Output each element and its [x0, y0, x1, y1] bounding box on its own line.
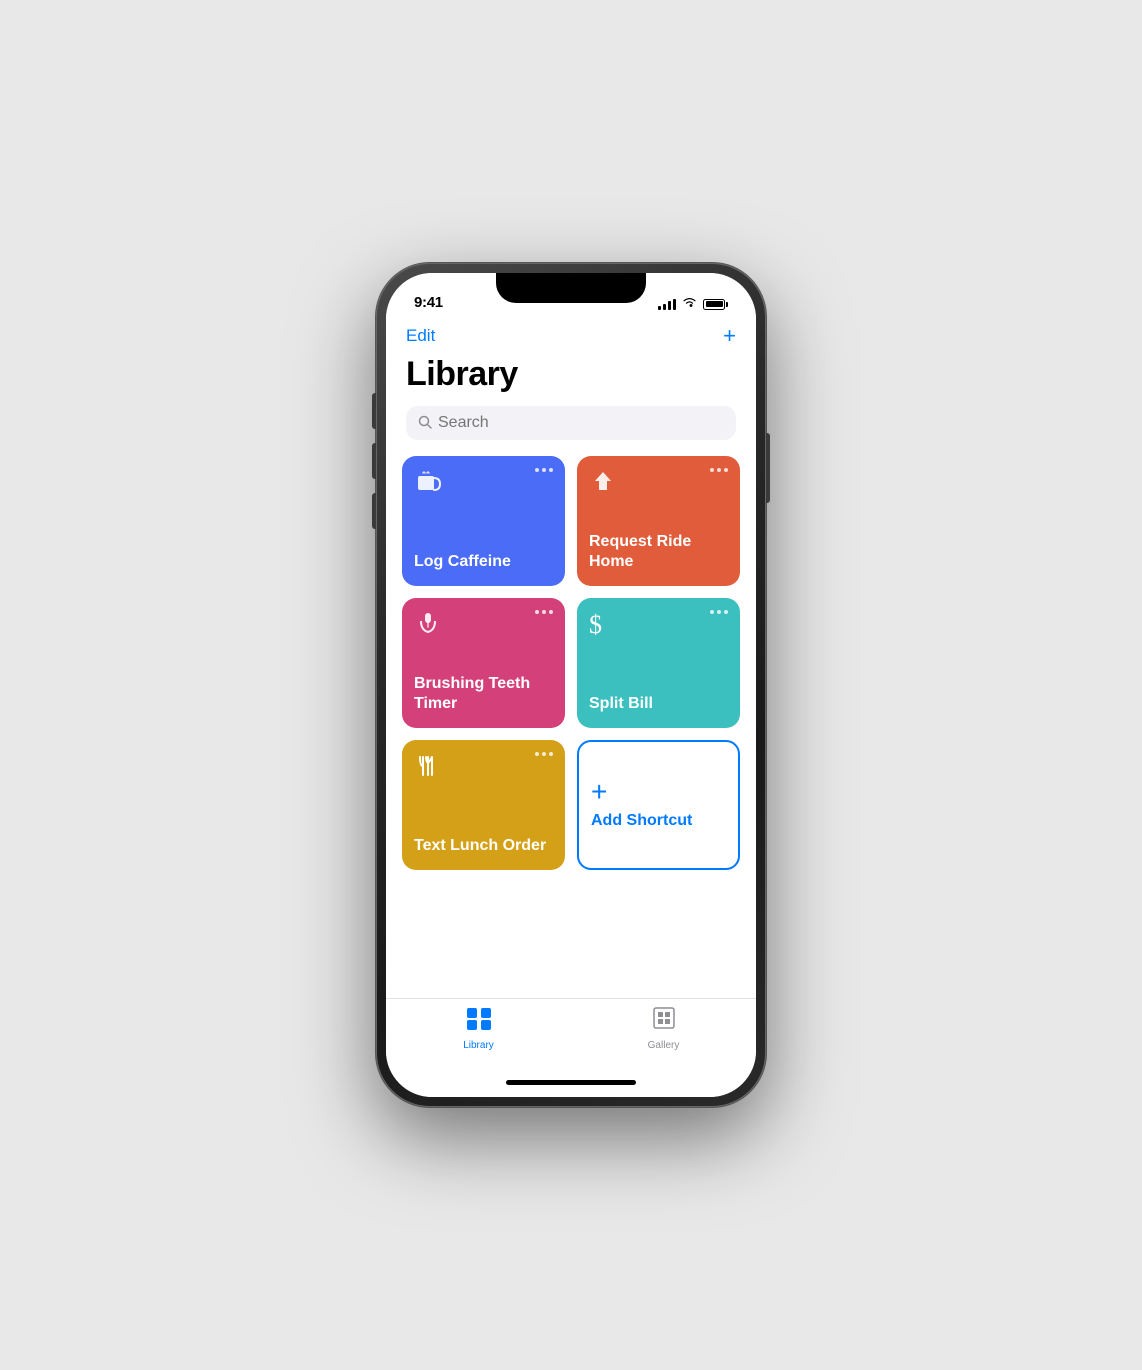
card-icon-text-lunch-order [414, 752, 442, 787]
phone-frame: 9:41 [376, 263, 766, 1107]
status-icons [658, 297, 728, 311]
tab-library[interactable]: Library [386, 1007, 571, 1051]
card-label-brushing-teeth-timer: Brushing Teeth Timer [414, 666, 553, 714]
tab-library-icon [466, 1007, 492, 1037]
card-icon-request-ride-home [589, 468, 617, 503]
phone-screen: 9:41 [386, 273, 756, 1097]
card-icon-log-caffeine [414, 468, 442, 503]
card-more-brushing-teeth-timer[interactable] [535, 610, 553, 614]
shortcut-card-log-caffeine[interactable]: Log Caffeine [402, 456, 565, 586]
edit-button[interactable]: Edit [406, 326, 435, 346]
shortcuts-grid: Log Caffeine Request Ride [386, 456, 756, 870]
notch [496, 273, 646, 303]
tab-library-label: Library [463, 1040, 494, 1051]
tab-gallery-icon [653, 1007, 675, 1037]
search-icon [418, 415, 432, 432]
card-label-split-bill: Split Bill [589, 686, 728, 714]
card-more-split-bill[interactable] [710, 610, 728, 614]
bottom-section: Library Galle [386, 998, 756, 1097]
card-icon-brushing-teeth-timer [414, 610, 442, 645]
card-label-log-caffeine: Log Caffeine [414, 544, 553, 572]
home-indicator [506, 1080, 636, 1085]
signal-icon [658, 299, 676, 310]
home-indicator-bar [386, 1080, 756, 1097]
card-label-request-ride-home: Request Ride Home [589, 524, 728, 572]
page-title: Library [386, 351, 756, 406]
shortcut-card-split-bill[interactable]: $ Split Bill [577, 598, 740, 728]
battery-icon [703, 299, 728, 310]
main-content: Edit + Library [386, 317, 756, 998]
shortcut-card-text-lunch-order[interactable]: Text Lunch Order [402, 740, 565, 870]
add-shortcut-card[interactable]: + Add Shortcut [577, 740, 740, 870]
add-shortcut-nav-button[interactable]: + [723, 325, 736, 347]
tab-gallery[interactable]: Gallery [571, 1007, 756, 1051]
shortcut-card-brushing-teeth-timer[interactable]: Brushing Teeth Timer [402, 598, 565, 728]
card-more-request-ride-home[interactable] [710, 468, 728, 472]
tab-gallery-label: Gallery [648, 1040, 680, 1051]
top-nav: Edit + [386, 317, 756, 351]
tab-bar: Library Galle [386, 998, 756, 1080]
card-label-text-lunch-order: Text Lunch Order [414, 828, 553, 856]
add-shortcut-plus-icon: + [591, 778, 607, 806]
search-input[interactable] [438, 414, 724, 432]
shortcut-card-request-ride-home[interactable]: Request Ride Home [577, 456, 740, 586]
status-time: 9:41 [414, 294, 443, 311]
add-shortcut-label: Add Shortcut [591, 812, 692, 830]
card-more-log-caffeine[interactable] [535, 468, 553, 472]
card-icon-split-bill: $ [589, 610, 602, 640]
wifi-icon [682, 297, 697, 311]
search-bar[interactable] [406, 406, 736, 440]
card-more-text-lunch-order[interactable] [535, 752, 553, 756]
